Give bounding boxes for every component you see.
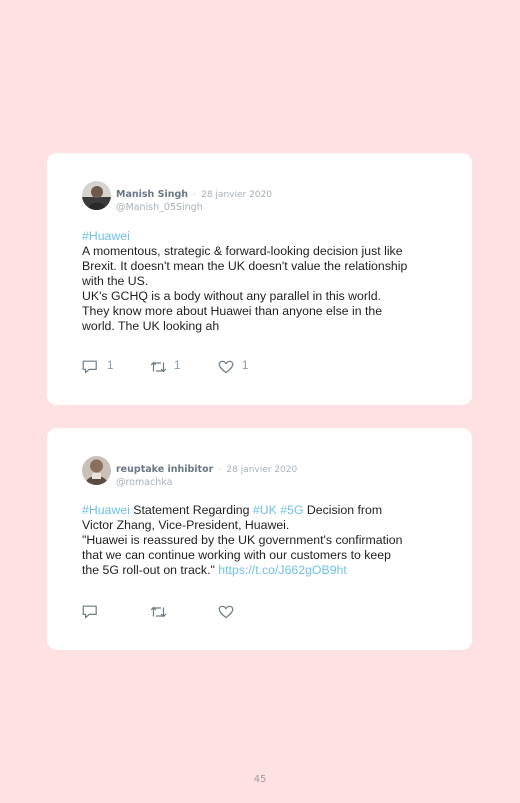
hashtag-link[interactable]: #Huawei	[82, 503, 130, 517]
avatar[interactable]	[82, 181, 111, 210]
reply-icon	[82, 605, 97, 619]
hashtag-link[interactable]: #5G	[280, 503, 303, 517]
tweet-text: #Huawei A momentous, strategic & forward-…	[82, 229, 452, 334]
hashtag-link[interactable]: #UK	[253, 503, 277, 517]
heart-icon	[218, 360, 234, 374]
tweet-actions: 1 1 1	[82, 359, 282, 375]
retweet-icon	[150, 606, 167, 618]
heart-icon	[218, 605, 234, 619]
page-number: 45	[253, 774, 267, 785]
tweet-text-segment: that we can continue working with our cu…	[82, 548, 391, 562]
meta-separator: ·	[193, 190, 197, 200]
tweet-link[interactable]: https://t.co/J662gOB9ht	[218, 563, 347, 577]
tweet-card: reuptake inhibitor · 28 janvier 2020 @ro…	[47, 428, 472, 650]
tweet-text-segment: the 5G roll-out on track."	[82, 563, 219, 577]
tweet-text-line: world. The UK looking ah	[82, 319, 452, 334]
author-handle[interactable]: @romachka	[116, 477, 297, 488]
tweet-text-line: the 5G roll-out on track." https://t.co/…	[82, 563, 452, 578]
retweet-count: 1	[174, 360, 181, 372]
tweet-meta: reuptake inhibitor · 28 janvier 2020 @ro…	[116, 457, 297, 488]
tweet-date[interactable]: 28 janvier 2020	[226, 465, 297, 475]
tweet-text-line: #Huawei Statement Regarding #UK #5G Deci…	[82, 503, 452, 518]
tweet-text-segment: Statement Regarding	[129, 503, 253, 517]
tweet-text-segment: A momentous, strategic & forward-looking…	[82, 244, 403, 258]
tweet-text-segment: UK's GCHQ is a body without any parallel…	[82, 289, 381, 303]
author-name[interactable]: Manish Singh	[116, 189, 188, 200]
tweet-actions	[82, 604, 282, 620]
retweet-icon	[150, 361, 167, 373]
avatar[interactable]	[82, 456, 111, 485]
meta-separator: ·	[218, 465, 222, 475]
tweet-text-line: #Huawei	[82, 229, 452, 244]
tweet-text-segment: with the US.	[82, 274, 149, 288]
tweet-text-line: Victor Zhang, Vice-President, Huawei.	[82, 518, 452, 533]
tweet-text-line: with the US.	[82, 274, 452, 289]
hashtag-link[interactable]: #Huawei	[82, 229, 130, 243]
reply-icon	[82, 360, 97, 374]
tweet-text-line: They know more about Huawei than anyone …	[82, 304, 452, 319]
author-handle[interactable]: @Manish_05Singh	[116, 202, 272, 213]
tweet-text-segment: They know more about Huawei than anyone …	[82, 304, 383, 318]
tweet-text-line: that we can continue working with our cu…	[82, 548, 452, 563]
tweet-text-segment: Decision from	[303, 503, 383, 517]
tweet-text-segment: Brexit. It doesn't mean the UK doesn't v…	[82, 259, 408, 273]
like-count: 1	[242, 360, 249, 372]
tweet-text-segment: world. The UK looking ah	[82, 319, 220, 333]
tweet-text-line: Brexit. It doesn't mean the UK doesn't v…	[82, 259, 452, 274]
tweet-text: #Huawei Statement Regarding #UK #5G Deci…	[82, 503, 452, 578]
reply-count: 1	[107, 360, 114, 372]
tweet-text-line: UK's GCHQ is a body without any parallel…	[82, 289, 452, 304]
tweet-date[interactable]: 28 janvier 2020	[201, 190, 272, 200]
tweet-text-segment: Victor Zhang, Vice-President, Huawei.	[82, 518, 290, 532]
tweet-text-segment: "Huawei is reassured by the UK governmen…	[82, 533, 403, 547]
tweet-card: Manish Singh · 28 janvier 2020 @Manish_0…	[47, 153, 472, 405]
tweet-text-line: A momentous, strategic & forward-looking…	[82, 244, 452, 259]
author-name[interactable]: reuptake inhibitor	[116, 464, 213, 475]
tweet-text-line: "Huawei is reassured by the UK governmen…	[82, 533, 452, 548]
tweet-meta: Manish Singh · 28 janvier 2020 @Manish_0…	[116, 182, 272, 213]
